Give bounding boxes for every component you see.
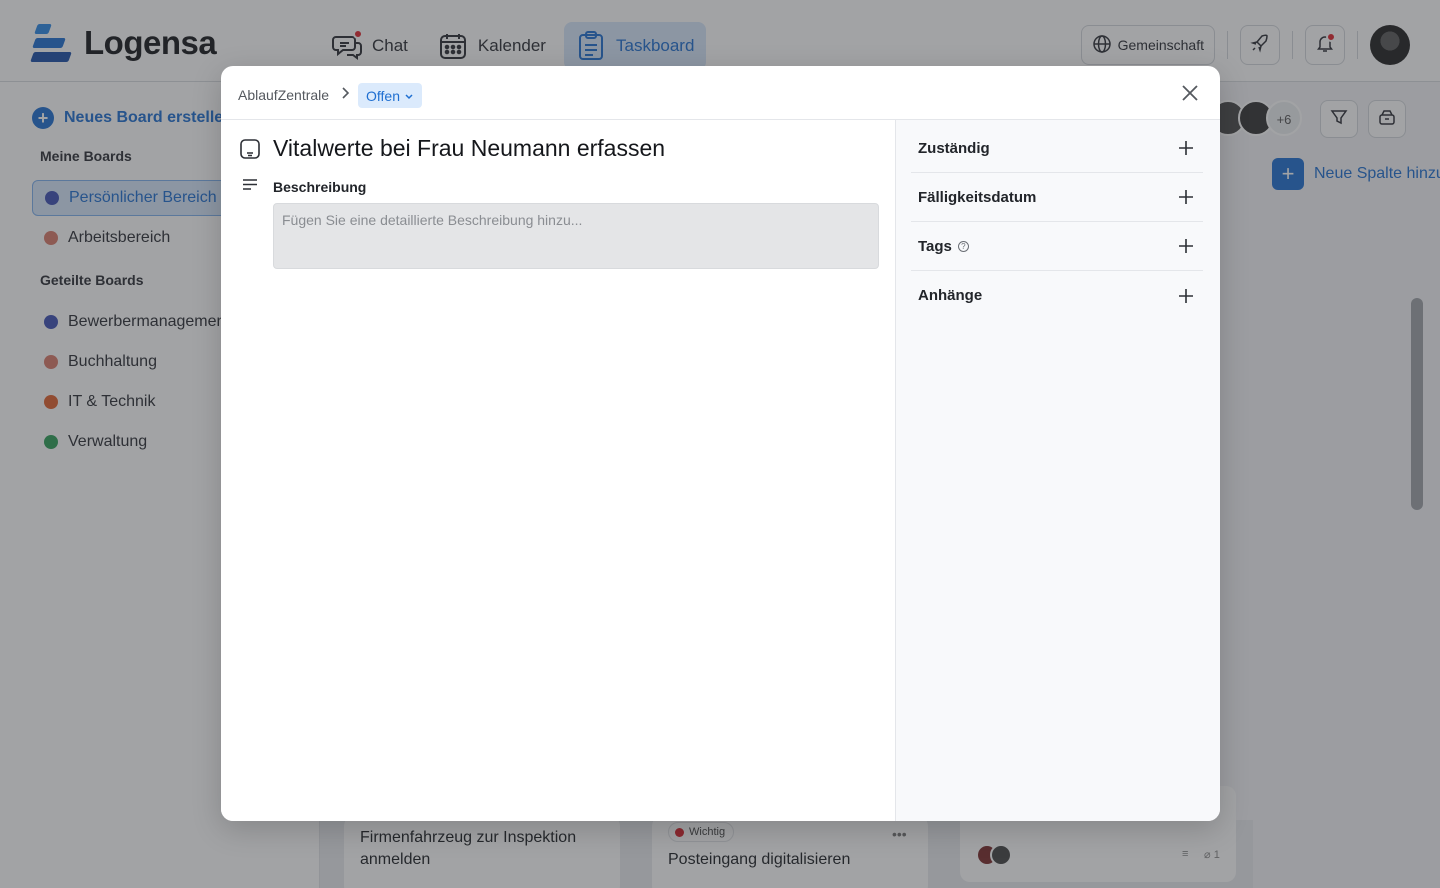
modal-main: Vitalwerte bei Frau Neumann erfassen Bes…	[221, 120, 895, 821]
description-label: Beschreibung	[273, 179, 367, 195]
info-icon[interactable]: ?	[957, 240, 969, 252]
add-assignee-button[interactable]	[1175, 137, 1197, 159]
assignee-row[interactable]: Zuständig	[911, 124, 1203, 173]
close-icon	[1181, 84, 1199, 107]
card-icon	[239, 138, 261, 165]
modal-sidebar: Zuständig Fälligkeitsdatum Tags ? Anhäng…	[895, 120, 1220, 821]
plus-icon	[1179, 141, 1193, 155]
breadcrumb-root[interactable]: AblaufZentrale	[238, 87, 329, 103]
status-value: Offen	[366, 87, 400, 104]
plus-icon	[1179, 190, 1193, 204]
chevron-down-icon	[404, 88, 414, 104]
add-attachment-button[interactable]	[1175, 285, 1197, 307]
task-detail-modal: AblaufZentrale Offen Vitalwerte bei Frau…	[221, 66, 1220, 821]
status-dropdown[interactable]: Offen	[358, 83, 422, 108]
due-date-row[interactable]: Fälligkeitsdatum	[911, 173, 1203, 222]
assignee-label: Zuständig	[918, 139, 990, 157]
description-input[interactable]	[273, 203, 879, 269]
chevron-right-icon	[339, 86, 351, 105]
add-due-date-button[interactable]	[1175, 186, 1197, 208]
add-tag-button[interactable]	[1175, 235, 1197, 257]
modal-header: AblaufZentrale Offen	[221, 66, 1220, 120]
text-lines-icon	[241, 178, 259, 197]
attachments-row[interactable]: Anhänge	[911, 271, 1203, 320]
due-date-label: Fälligkeitsdatum	[918, 188, 1037, 206]
task-title[interactable]: Vitalwerte bei Frau Neumann erfassen	[273, 135, 665, 162]
tags-label-wrap: Tags ?	[918, 238, 969, 255]
tags-label: Tags	[918, 237, 952, 255]
close-button[interactable]	[1179, 84, 1201, 106]
attachments-label: Anhänge	[918, 287, 983, 304]
plus-icon	[1179, 239, 1193, 253]
tags-row[interactable]: Tags ?	[911, 222, 1203, 271]
plus-icon	[1179, 288, 1193, 303]
